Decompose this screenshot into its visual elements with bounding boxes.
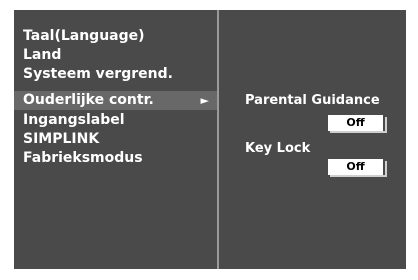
parental-guidance-value[interactable]: Off: [328, 115, 385, 131]
submenu-panel: Parental Guidance Off Key Lock Off: [219, 10, 406, 269]
menu-item-label: Ingangslabel: [23, 112, 125, 128]
menu-item-label: SIMPLINK: [23, 131, 100, 147]
main-menu: Taal(Language) Land Systeem vergrend. Ou…: [14, 10, 217, 269]
arrow-right-icon: ►: [200, 94, 209, 107]
menu-item-taal[interactable]: Taal(Language): [14, 27, 217, 46]
menu-item-label: Ouderlijke contr.: [23, 92, 154, 108]
menu-item-systeem-vergrend[interactable]: Systeem vergrend.: [14, 65, 217, 84]
menu-item-fabrieksmodus[interactable]: Fabrieksmodus: [14, 149, 217, 168]
parental-guidance-label: Parental Guidance: [245, 93, 380, 108]
menu-item-ouderlijke-contr[interactable]: Ouderlijke contr. ►: [14, 91, 217, 110]
menu-item-simplink[interactable]: SIMPLINK: [14, 130, 217, 149]
menu-item-ingangslabel[interactable]: Ingangslabel: [14, 111, 217, 130]
menu-item-label: Fabrieksmodus: [23, 150, 143, 166]
key-lock-value[interactable]: Off: [328, 159, 385, 175]
menu-item-label: Taal(Language): [23, 28, 145, 44]
menu-item-land[interactable]: Land: [14, 46, 217, 65]
key-lock-label: Key Lock: [245, 141, 311, 156]
menu-item-label: Systeem vergrend.: [23, 66, 173, 82]
menu-item-label: Land: [23, 47, 62, 63]
osd-menu: Taal(Language) Land Systeem vergrend. Ou…: [14, 10, 406, 269]
